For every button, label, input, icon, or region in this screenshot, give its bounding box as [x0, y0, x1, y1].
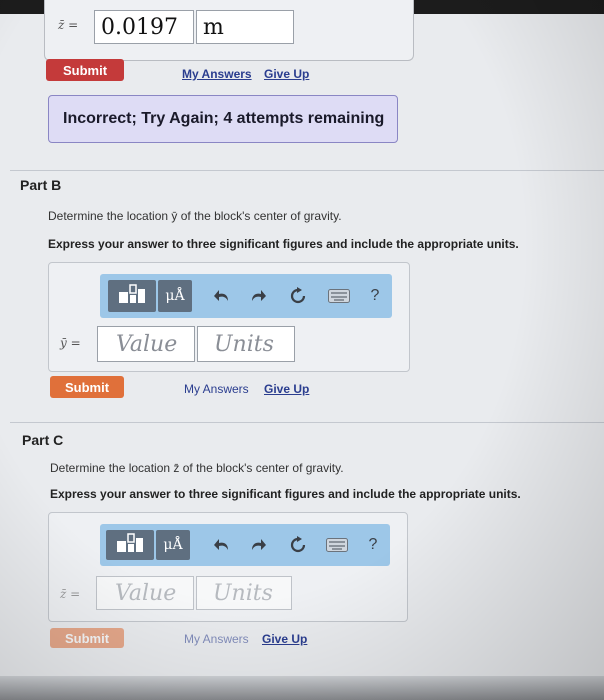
- part-b-my-answers-link[interactable]: My Answers: [184, 382, 249, 396]
- part-divider: [10, 422, 604, 423]
- redo-icon[interactable]: [246, 284, 270, 308]
- part-c-question: Determine the location z̄ of the block's…: [50, 461, 344, 475]
- help-icon[interactable]: ?: [364, 284, 386, 308]
- part-b-question: Determine the location ȳ of the block's …: [48, 209, 342, 223]
- part-a-give-up-link[interactable]: Give Up: [264, 67, 309, 81]
- part-c-value-input[interactable]: Value: [96, 576, 194, 610]
- part-c-units-button[interactable]: μÅ: [156, 530, 190, 560]
- templates-icon: [115, 532, 145, 559]
- part-b-units-input[interactable]: Units: [197, 326, 295, 362]
- part-divider: [10, 170, 604, 171]
- screen-bottom-bezel: [0, 676, 604, 700]
- part-c-title: Part C: [22, 432, 64, 448]
- part-b-units-button[interactable]: μÅ: [158, 280, 192, 312]
- redo-icon[interactable]: [246, 533, 270, 557]
- reset-icon[interactable]: [286, 284, 310, 308]
- part-b-variable-label: ȳ =: [60, 336, 81, 350]
- undo-icon[interactable]: [210, 284, 234, 308]
- undo-icon[interactable]: [210, 533, 234, 557]
- part-a-units-input[interactable]: m: [196, 10, 294, 44]
- part-b-value-input[interactable]: Value: [97, 326, 195, 362]
- reset-icon[interactable]: [286, 533, 310, 557]
- part-c-give-up-link[interactable]: Give Up: [262, 632, 307, 646]
- part-b-submit-button[interactable]: Submit: [50, 376, 124, 398]
- part-b-templates-button[interactable]: [108, 280, 156, 312]
- part-b-give-up-link[interactable]: Give Up: [264, 382, 309, 396]
- part-a-value-input[interactable]: 0.0197: [94, 10, 194, 44]
- keyboard-icon[interactable]: [324, 534, 350, 556]
- part-c-variable-label: z̄ =: [60, 587, 81, 601]
- part-c-submit-button[interactable]: Submit: [50, 628, 124, 648]
- part-c-units-input[interactable]: Units: [196, 576, 292, 610]
- part-a-submit-button[interactable]: Submit: [46, 59, 124, 81]
- keyboard-icon[interactable]: [326, 285, 352, 307]
- part-b-instruction: Express your answer to three significant…: [48, 237, 519, 251]
- part-a-variable-label: z̄ =: [58, 18, 79, 32]
- part-c-my-answers-link[interactable]: My Answers: [184, 632, 249, 646]
- part-b-title: Part B: [20, 177, 62, 193]
- part-c-templates-button[interactable]: [106, 530, 154, 560]
- part-a-my-answers-link[interactable]: My Answers: [182, 67, 252, 81]
- part-a-feedback-message: Incorrect; Try Again; 4 attempts remaini…: [48, 95, 398, 143]
- part-c-instruction: Express your answer to three significant…: [50, 487, 521, 501]
- templates-icon: [117, 283, 147, 310]
- help-icon[interactable]: ?: [362, 533, 384, 557]
